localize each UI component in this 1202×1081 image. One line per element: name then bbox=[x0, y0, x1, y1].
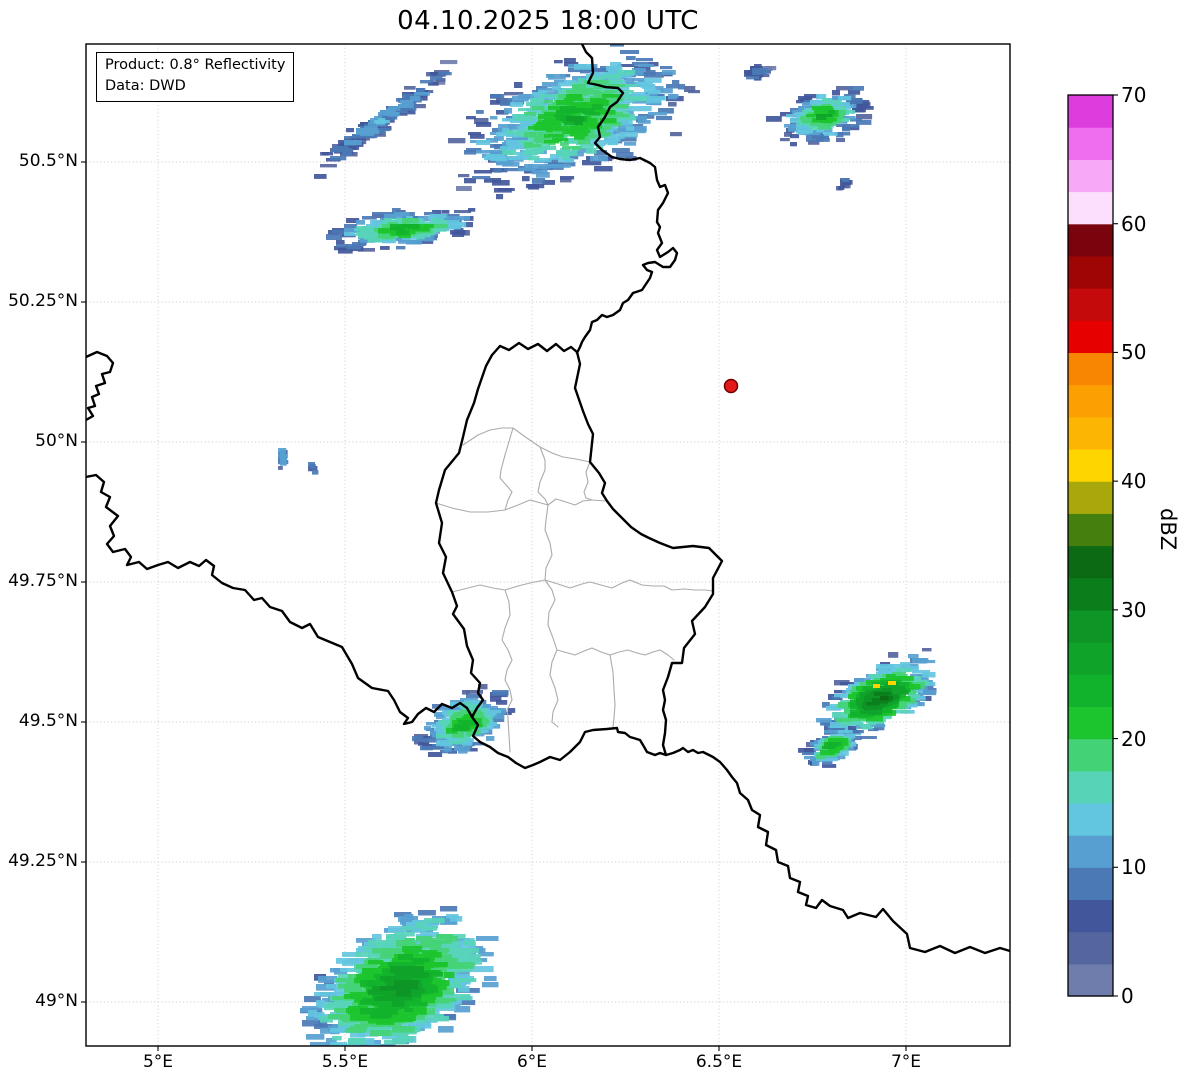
colorbar-unit-label: dBZ bbox=[1156, 508, 1180, 551]
echo-cluster-sw-corner-cluster bbox=[412, 684, 516, 757]
echo-cluster-second-band bbox=[326, 208, 476, 254]
plot-frame bbox=[85, 43, 1011, 1047]
colorbar-tick-label: 10 bbox=[1121, 855, 1147, 880]
y-tick-label: 50.5°N bbox=[18, 151, 78, 171]
x-tick-label: 6°E bbox=[516, 1052, 548, 1072]
radar-map-canvas bbox=[81, 43, 1118, 1051]
border-france-germany bbox=[664, 746, 1010, 955]
x-tick-label: 7°E bbox=[890, 1052, 922, 1072]
echo-cluster-north-small-west bbox=[744, 64, 777, 81]
y-tick-label: 50.25°N bbox=[8, 291, 78, 311]
border-france-bump bbox=[86, 350, 115, 422]
y-tick-label: 49.5°N bbox=[18, 711, 78, 731]
radar-echoes bbox=[278, 44, 937, 1046]
border-luxembourg bbox=[434, 341, 724, 770]
echo-cluster-tiny-west-2 bbox=[308, 462, 319, 475]
y-tick-label: 49°N bbox=[35, 991, 78, 1011]
y-tick-label: 49.75°N bbox=[8, 571, 78, 591]
figure-title: 04.10.2025 18:00 UTC bbox=[397, 6, 699, 36]
colorbar-tick-label: 70 bbox=[1121, 83, 1147, 107]
echo-cluster-south-mass bbox=[300, 906, 499, 1046]
grid-lines bbox=[86, 44, 1010, 1046]
colorbar-tick-label: 20 bbox=[1121, 726, 1147, 751]
x-tick-label: 5°E bbox=[142, 1052, 174, 1072]
x-tick-label: 5.5°E bbox=[321, 1052, 369, 1072]
x-tick-label: 6.5°E bbox=[695, 1052, 743, 1072]
axis-ticks bbox=[81, 161, 907, 1051]
echo-cluster-north-mass bbox=[448, 44, 700, 200]
colorbar-tick-label: 60 bbox=[1121, 211, 1147, 236]
colorbar bbox=[1067, 94, 1118, 997]
colorbar-tick-label: 50 bbox=[1121, 340, 1147, 365]
echo-cluster-tiny-east-dash bbox=[836, 178, 853, 191]
echo-cluster-east-cell-tail bbox=[798, 726, 864, 768]
colorbar-tick-label: 30 bbox=[1121, 597, 1147, 622]
radar-figure: 04.10.2025 18:00 UTC Product: 0.8° Refle… bbox=[0, 0, 1202, 1081]
product-line: Product: 0.8° Reflectivity bbox=[105, 57, 286, 73]
border-belgium-france bbox=[86, 473, 474, 726]
echo-cluster-tiny-west-1 bbox=[278, 448, 289, 470]
echo-cluster-northeast-cell bbox=[766, 86, 874, 147]
echo-cluster-nw-streak bbox=[314, 60, 458, 179]
product-info-box: Product: 0.8° Reflectivity Data: DWD bbox=[96, 52, 295, 103]
colorbar-tick-label: 0 bbox=[1121, 984, 1134, 1008]
y-tick-label: 49.25°N bbox=[8, 851, 78, 871]
colorbar-tick-label: 40 bbox=[1121, 469, 1147, 494]
y-tick-label: 50°N bbox=[35, 431, 78, 451]
data-source-line: Data: DWD bbox=[105, 78, 186, 95]
radar-station-marker bbox=[723, 378, 739, 394]
